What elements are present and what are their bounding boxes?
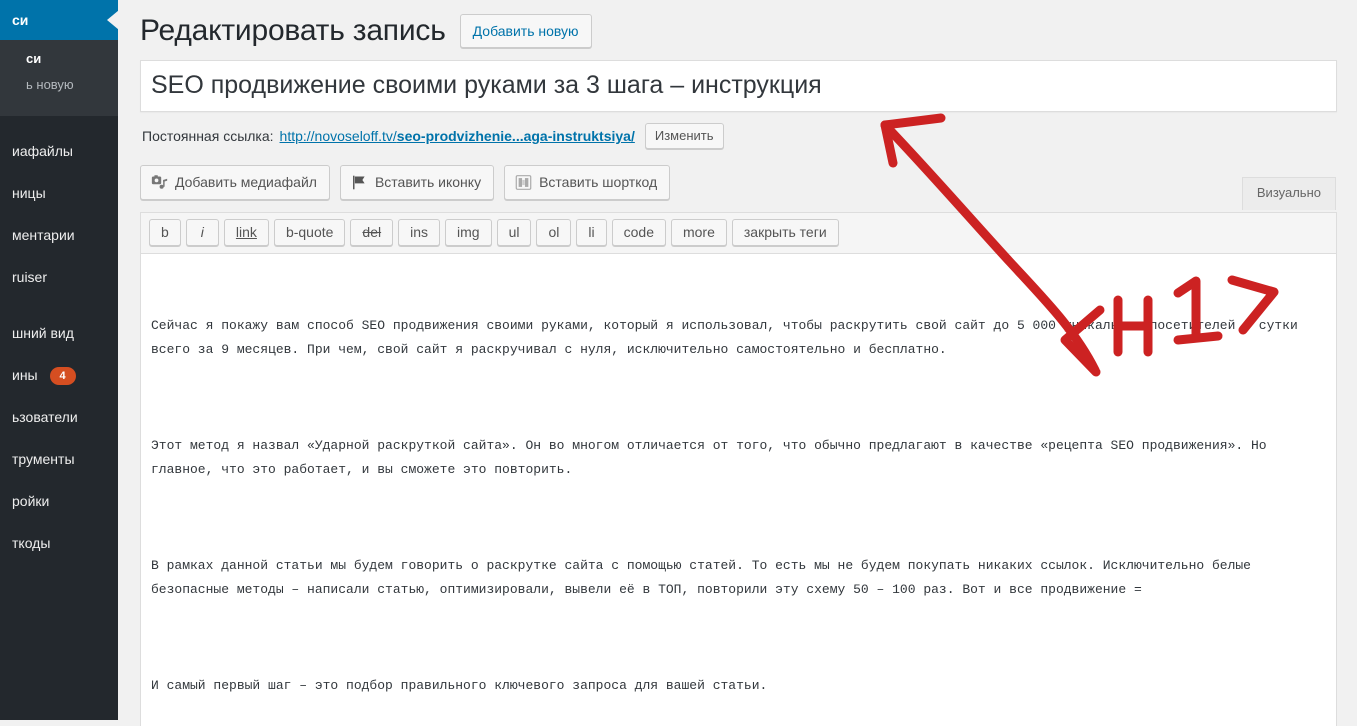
shortcode-icon — [515, 174, 532, 191]
qt-button-b-quote[interactable]: b-quote — [273, 219, 346, 246]
sidebar-item-tools[interactable]: трументы — [0, 438, 118, 480]
sidebar-item-shortcodes[interactable]: ткоды — [0, 522, 118, 564]
permalink-row: Постоянная ссылка: http://novoseloff.tv/… — [142, 123, 1337, 149]
content-paragraph: Этот метод я назвал «Ударной раскруткой … — [151, 438, 1275, 477]
content-paragraph: В рамках данной статьи мы будем говорить… — [151, 558, 1259, 597]
sidebar-separator-2 — [0, 298, 118, 312]
permalink-link[interactable]: http://novoseloff.tv/seo-prodvizhenie...… — [280, 128, 635, 144]
sidebar-item-settings-label: ройки — [12, 493, 50, 509]
qt-button-code[interactable]: code — [611, 219, 666, 246]
plugins-update-badge: 4 — [49, 367, 76, 386]
qt-button-del[interactable]: del — [350, 219, 394, 246]
post-content-textarea[interactable]: Сейчас я покажу вам способ SEO продвижен… — [141, 254, 1336, 726]
qt-button-i[interactable]: i — [185, 219, 219, 246]
permalink-label: Постоянная ссылка: — [142, 128, 274, 144]
sidebar-item-users[interactable]: ьзователи — [0, 396, 118, 438]
sidebar-item-posts[interactable]: си — [0, 0, 118, 40]
sidebar-submenu-posts: си ь новую — [0, 40, 118, 116]
sidebar-item-comments-label: ментарии — [12, 227, 75, 243]
edit-permalink-button[interactable]: Изменить — [644, 123, 724, 149]
insert-icon-button[interactable]: Вставить иконку — [339, 165, 495, 200]
qt-button-more[interactable]: more — [670, 219, 727, 246]
content-paragraph: Сейчас я покажу вам способ SEO продвижен… — [151, 318, 1306, 357]
qt-button-close-tags[interactable]: закрыть теги — [731, 219, 839, 246]
qt-button-li[interactable]: li — [576, 219, 607, 246]
sidebar-item-add-new-post-label: ь новую — [26, 77, 74, 92]
editor-mode-tabs: Визуально — [1241, 177, 1336, 210]
sidebar-item-tools-label: трументы — [12, 451, 75, 467]
qt-button-ins[interactable]: ins — [398, 219, 441, 246]
insert-shortcode-button[interactable]: Вставить шорткод — [504, 165, 671, 200]
permalink-slug: seo-prodvizhenie...aga-instruktsiya/ — [396, 128, 635, 144]
content-paragraph: И самый первый шаг – это подбор правильн… — [151, 678, 768, 693]
qt-button-link[interactable]: link — [223, 219, 269, 246]
qt-button-b[interactable]: b — [149, 219, 181, 246]
page-title: Редактировать запись — [140, 14, 446, 47]
permalink-prefix: http://novoseloff.tv/ — [279, 128, 397, 144]
qt-button-ol[interactable]: ol — [536, 219, 572, 246]
quicktags-toolbar: b i link b-quote del ins img ul ol li co… — [141, 213, 1336, 254]
add-media-button[interactable]: Добавить медиафайл — [140, 165, 330, 200]
sidebar-item-all-posts-label: си — [26, 51, 42, 66]
insert-icon-button-label: Вставить иконку — [374, 174, 482, 190]
sidebar-separator-1 — [0, 116, 118, 130]
post-title-field-wrapper — [140, 60, 1337, 112]
sidebar-item-media-label: иафайлы — [12, 143, 73, 159]
sidebar-item-appearance[interactable]: шний вид — [0, 312, 118, 354]
sidebar-item-plugins[interactable]: ины 4 — [0, 354, 118, 396]
sidebar-item-comments[interactable]: ментарии — [0, 214, 118, 256]
tab-visual[interactable]: Визуально — [1241, 177, 1336, 210]
add-new-post-button[interactable]: Добавить новую — [459, 14, 592, 48]
post-editor: Визуально b i link b-quote del ins img u… — [140, 177, 1337, 726]
sidebar-item-shortcodes-label: ткоды — [12, 535, 51, 551]
add-media-icon — [151, 174, 168, 191]
post-title-input[interactable] — [141, 61, 1336, 111]
sidebar-item-cruiser-label: ruiser — [12, 269, 48, 285]
qt-button-ul[interactable]: ul — [496, 219, 532, 246]
sidebar-item-settings[interactable]: ройки — [0, 480, 118, 522]
insert-shortcode-button-label: Вставить шорткод — [539, 174, 658, 190]
submenu-spacer — [0, 98, 118, 106]
flag-icon — [351, 174, 368, 191]
chevron-right-icon — [107, 10, 118, 30]
add-media-button-label: Добавить медиафайл — [175, 174, 317, 190]
media-buttons-row: Добавить медиафайл Вставить иконку Встав… — [140, 165, 1337, 200]
sidebar-item-users-label: ьзователи — [12, 409, 78, 425]
qt-button-img[interactable]: img — [445, 219, 492, 246]
sidebar-item-plugins-label: ины — [12, 367, 38, 383]
sidebar-item-add-new-post[interactable]: ь новую — [0, 72, 118, 98]
sidebar-item-appearance-label: шний вид — [12, 325, 74, 341]
page-header: Редактировать запись Добавить новую — [140, 8, 1337, 54]
sidebar-item-media[interactable]: иафайлы — [0, 130, 118, 172]
main-content-area: Редактировать запись Добавить новую Пост… — [118, 0, 1357, 726]
admin-sidebar: си си ь новую иафайлы ницы ментарии ruis… — [0, 0, 118, 720]
sidebar-item-posts-label: си — [12, 12, 29, 28]
sidebar-item-pages[interactable]: ницы — [0, 172, 118, 214]
sidebar-item-all-posts[interactable]: си — [0, 46, 118, 72]
sidebar-item-cruiser[interactable]: ruiser — [0, 256, 118, 298]
sidebar-item-pages-label: ницы — [12, 185, 46, 201]
